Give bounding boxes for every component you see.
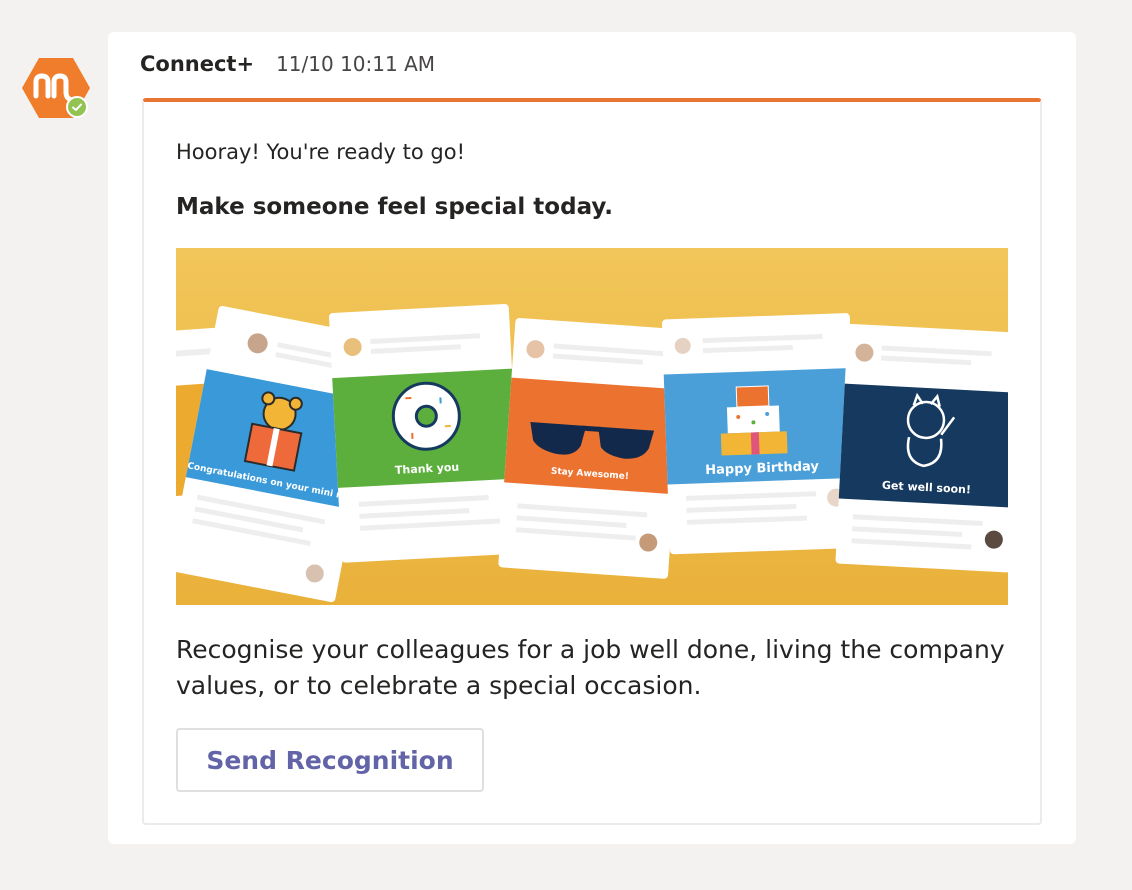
adaptive-card: Hooray! You're ready to go! Make someone… (142, 98, 1042, 825)
hero-card-happy-birthday: Happy Birthday (661, 313, 858, 555)
hero-card-get-well-soon: Get well soon! (835, 323, 1008, 573)
hero-card-thank-you: Thank you (329, 303, 522, 563)
card-headline: Make someone feel special today. (176, 194, 613, 220)
chat-message: Connect+ 11/10 10:11 AM Hooray! You're r… (108, 32, 1076, 844)
message-timestamp: 11/10 10:11 AM (276, 52, 436, 76)
donut-icon (391, 381, 461, 451)
message-header: Connect+ 11/10 10:11 AM (140, 52, 435, 76)
card-intro-text: Hooray! You're ready to go! (176, 140, 465, 164)
hero-image: Congratulations on your mini me! Thank y… (176, 248, 1008, 605)
card-body-text: Recognise your colleagues for a job well… (176, 635, 1005, 700)
send-recognition-button[interactable]: Send Recognition (176, 728, 484, 792)
sender-name[interactable]: Connect+ (140, 52, 254, 76)
available-status-icon (66, 96, 88, 118)
hero-card-stay-awesome: Stay Awesome! (498, 318, 685, 579)
